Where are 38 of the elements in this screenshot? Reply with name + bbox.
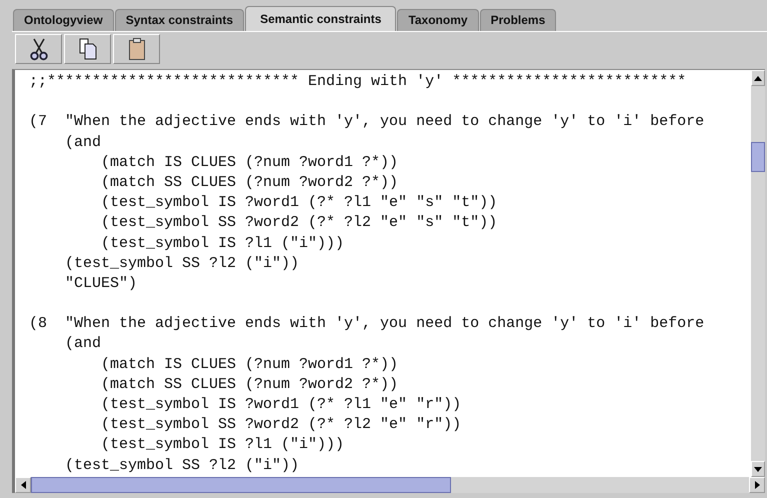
tab[interactable]: Ontologyview <box>13 9 114 31</box>
up-arrow-icon <box>754 76 762 80</box>
code-line: (test_symbol SS ?l2 ("i")) <box>64 254 300 274</box>
code-line: (7 "When the adjective ends with 'y', you need to change 'y' to 'i' before <box>29 112 706 132</box>
scroll-thumb[interactable] <box>751 142 765 172</box>
paste-button[interactable] <box>113 34 160 64</box>
code-line: (match SS CLUES (?num ?word2 ?*)) <box>100 374 400 395</box>
copy-button[interactable] <box>64 34 111 64</box>
code-line: (test_symbol IS ?l1 ("i"))) <box>100 435 346 456</box>
tab[interactable]: Taxonomy <box>397 9 479 31</box>
code-line: (test_symbol IS ?word1 (?* ?l1 "e" "r")) <box>100 395 462 415</box>
code-line: (match SS CLUES (?num ?word2 ?*)) <box>100 172 400 193</box>
tab[interactable]: Problems <box>480 9 556 31</box>
tab[interactable]: Semantic constraints <box>245 6 396 31</box>
code-line: (test_symbol IS ?word1 (?* ?l1 "e" "s" "t")) <box>100 193 498 214</box>
left-arrow-icon <box>20 481 26 489</box>
scroll-thumb[interactable] <box>31 477 451 493</box>
scissors-icon <box>28 37 48 61</box>
code-line: "CLUES") <box>64 274 138 294</box>
code-line: ;;**************************** Ending with 'y' ************************** <box>29 72 688 92</box>
tab[interactable]: Syntax constraints <box>114 9 244 31</box>
copy-icon <box>78 38 98 60</box>
code-line: (match IS CLUES (?num ?word1 ?*)) <box>100 354 400 375</box>
horizontal-scrollbar[interactable] <box>15 477 765 493</box>
cut-button[interactable] <box>15 34 62 64</box>
code-line: (and <box>64 132 102 153</box>
down-arrow-icon <box>754 466 762 472</box>
code-line: (8 "When the adjective ends with 'y', you need to change 'y' to 'i' before <box>29 314 706 334</box>
code-line: (test_symbol SS ?word2 (?* ?l2 "e" "s" "t")) <box>100 213 498 234</box>
clipboard-icon <box>128 37 146 61</box>
code-line: (test_symbol SS ?l2 ("i")) <box>64 456 300 476</box>
code-line: (test_symbol SS ?word2 (?* ?l2 "e" "r")) <box>100 415 462 436</box>
code-line: (and <box>64 334 102 354</box>
code-line: (match IS CLUES (?num ?word1 ?*)) <box>100 152 400 173</box>
code-line: (test_symbol IS ?l1 ("i"))) <box>100 234 346 254</box>
vertical-scrollbar[interactable] <box>751 70 765 477</box>
code-editor[interactable] <box>12 69 765 493</box>
right-arrow-icon <box>754 481 760 489</box>
